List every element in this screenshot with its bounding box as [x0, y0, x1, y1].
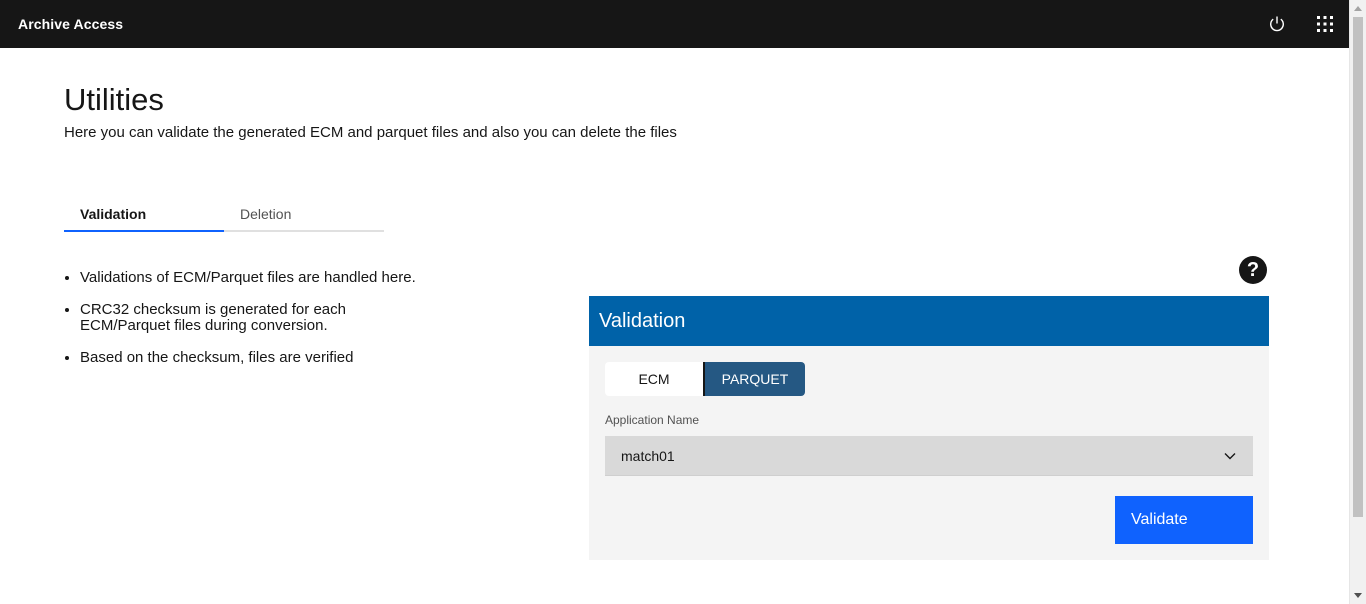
validation-card: Validation ECM PARQUET Application Name …: [589, 296, 1269, 560]
application-name-select[interactable]: match01: [605, 436, 1253, 476]
scroll-thumb[interactable]: [1353, 17, 1363, 517]
selected-value: match01: [621, 447, 675, 464]
list-item-text: CRC32 checksum is generated for each ECM…: [80, 301, 346, 334]
page-title: Utilities: [64, 82, 164, 117]
list-item: Validations of ECM/Parquet files are han…: [80, 270, 480, 286]
validate-button[interactable]: Validate: [1115, 496, 1253, 544]
help-icon[interactable]: ?: [1239, 256, 1267, 284]
list-item: CRC32 checksum is generated for each ECM…: [80, 302, 380, 334]
power-icon[interactable]: [1253, 0, 1301, 48]
scroll-down-icon[interactable]: [1354, 593, 1362, 598]
top-navigation-bar: Archive Access: [0, 0, 1349, 48]
chevron-down-icon: [1224, 453, 1236, 460]
app-switcher-icon[interactable]: [1301, 0, 1349, 48]
tab-list: Validation Deletion: [64, 200, 385, 232]
tab-validation[interactable]: Validation: [64, 200, 224, 232]
list-item: Based on the checksum, files are verifie…: [80, 350, 480, 366]
scroll-up-icon[interactable]: [1354, 6, 1362, 11]
tab-label: Deletion: [240, 206, 292, 222]
parquet-switch-button[interactable]: PARQUET: [705, 362, 805, 396]
vertical-scrollbar[interactable]: [1349, 0, 1366, 604]
tab-deletion[interactable]: Deletion: [224, 200, 384, 232]
page-subtitle: Here you can validate the generated ECM …: [64, 124, 677, 141]
card-title: Validation: [589, 296, 1269, 346]
ecm-switch-button[interactable]: ECM: [605, 362, 705, 396]
app-name[interactable]: Archive Access: [18, 16, 123, 32]
file-type-switcher: ECM PARQUET: [605, 362, 805, 396]
application-name-label: Application Name: [605, 413, 700, 427]
info-list: Validations of ECM/Parquet files are han…: [80, 270, 480, 382]
tab-label: Validation: [80, 206, 147, 222]
